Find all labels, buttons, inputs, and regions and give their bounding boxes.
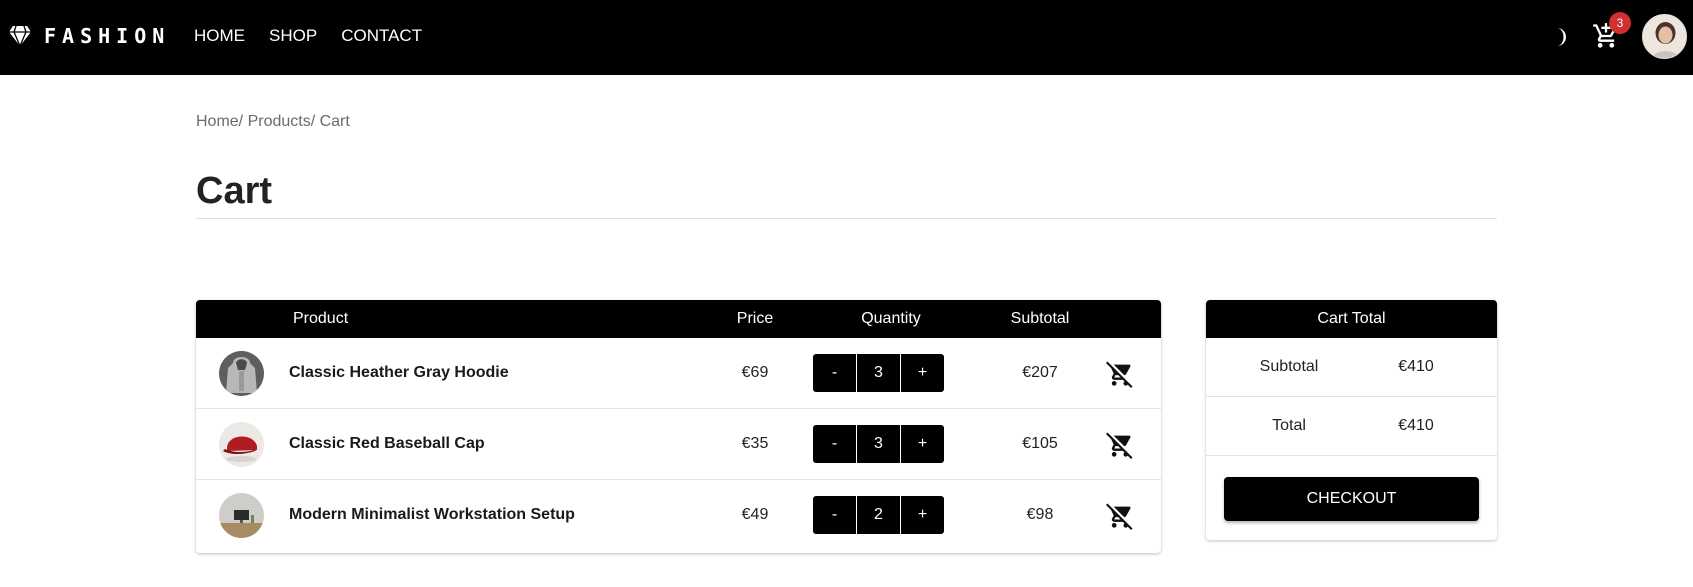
- cart-total-title: Cart Total: [1206, 300, 1497, 338]
- total-label: Total: [1272, 417, 1306, 434]
- table-row: Classic Red Baseball Cap €35 - 3 + €105: [196, 409, 1161, 480]
- quantity-stepper: - 3 +: [813, 354, 944, 392]
- row-subtotal: €105: [1022, 435, 1058, 452]
- column-header-subtotal: Subtotal: [1010, 310, 1070, 327]
- cart-table: Product Price Quantity Subtotal Classic …: [196, 300, 1161, 553]
- product-name[interactable]: Classic Red Baseball Cap: [289, 435, 485, 453]
- subtotal-value: €410: [1398, 358, 1434, 375]
- cap-image: [219, 422, 264, 467]
- brand-logo[interactable]: FASHION: [8, 24, 170, 48]
- nav-contact-link[interactable]: CONTACT: [341, 26, 422, 46]
- page-title: Cart: [196, 170, 273, 212]
- title-divider: [196, 218, 1497, 219]
- product-name[interactable]: Modern Minimalist Workstation Setup: [289, 506, 575, 524]
- product-image-hoodie[interactable]: [219, 351, 264, 396]
- checkout-button[interactable]: CHECKOUT: [1224, 477, 1479, 521]
- quantity-value: 3: [856, 425, 901, 463]
- nav-home-link[interactable]: HOME: [194, 26, 245, 46]
- cart-total-panel: Cart Total Subtotal €410 Total €410 CHEC…: [1206, 300, 1497, 540]
- diamond-icon: [9, 25, 31, 47]
- increase-quantity-button[interactable]: +: [901, 496, 944, 534]
- breadcrumb[interactable]: Home/ Products/ Cart: [196, 113, 350, 131]
- avatar-image: [1643, 15, 1686, 58]
- product-image-workstation[interactable]: [219, 493, 264, 538]
- column-header-price: Price: [736, 310, 774, 327]
- remove-shopping-cart-icon[interactable]: [1106, 360, 1134, 388]
- product-price: €69: [741, 364, 769, 381]
- user-avatar[interactable]: [1642, 14, 1687, 59]
- subtotal-label: Subtotal: [1259, 358, 1319, 375]
- subtotal-row: Subtotal €410: [1206, 338, 1497, 397]
- brand-name: FASHION: [44, 24, 171, 48]
- workstation-image: [219, 493, 264, 538]
- top-navbar: FASHION HOME SHOP CONTACT 3: [0, 0, 1693, 75]
- main-nav: HOME SHOP CONTACT: [194, 26, 422, 46]
- column-header-product: Product: [293, 310, 349, 327]
- hoodie-image: [219, 351, 264, 396]
- decrease-quantity-button[interactable]: -: [813, 496, 856, 534]
- remove-shopping-cart-icon[interactable]: [1106, 502, 1134, 530]
- moon-icon[interactable]: [1550, 26, 1570, 48]
- cart-table-header: Product Price Quantity Subtotal: [196, 300, 1161, 338]
- row-subtotal: €98: [1026, 506, 1054, 523]
- table-row: Classic Heather Gray Hoodie €69 - 3 + €2…: [196, 338, 1161, 409]
- increase-quantity-button[interactable]: +: [901, 354, 944, 392]
- quantity-stepper: - 3 +: [813, 425, 944, 463]
- remove-shopping-cart-icon[interactable]: [1106, 431, 1134, 459]
- product-name[interactable]: Classic Heather Gray Hoodie: [289, 364, 509, 382]
- total-value: €410: [1398, 417, 1434, 434]
- column-header-quantity: Quantity: [861, 310, 921, 327]
- cart-count-badge: 3: [1609, 12, 1631, 34]
- product-price: €49: [741, 506, 769, 523]
- quantity-value: 2: [856, 496, 901, 534]
- nav-shop-link[interactable]: SHOP: [269, 26, 317, 46]
- table-row: Modern Minimalist Workstation Setup €49 …: [196, 480, 1161, 551]
- quantity-value: 3: [856, 354, 901, 392]
- product-image-cap[interactable]: [219, 422, 264, 467]
- decrease-quantity-button[interactable]: -: [813, 354, 856, 392]
- increase-quantity-button[interactable]: +: [901, 425, 944, 463]
- total-row: Total €410: [1206, 397, 1497, 456]
- quantity-stepper: - 2 +: [813, 496, 944, 534]
- decrease-quantity-button[interactable]: -: [813, 425, 856, 463]
- product-price: €35: [741, 435, 769, 452]
- row-subtotal: €207: [1022, 364, 1058, 381]
